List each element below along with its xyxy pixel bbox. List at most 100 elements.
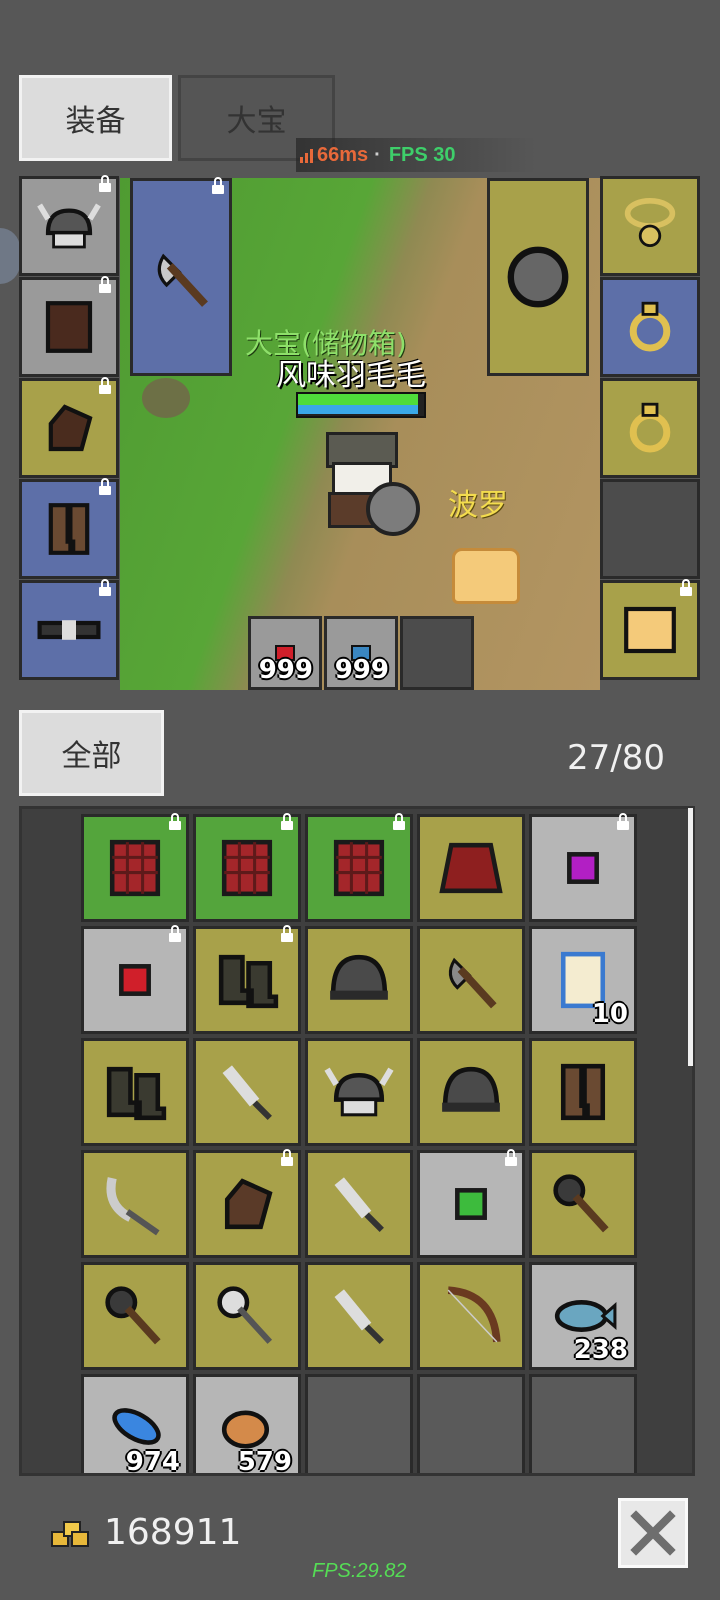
- red-armor-icon: [109, 839, 161, 897]
- lock-icon: [99, 478, 111, 495]
- fps-footer: FPS:29.82: [312, 1560, 407, 1582]
- item-count: 579: [237, 1447, 292, 1476]
- lock-icon: [169, 925, 181, 942]
- inventory-slot-27[interactable]: [305, 1374, 413, 1473]
- inventory-slot-9[interactable]: 10: [529, 926, 637, 1034]
- red-robe-icon: [439, 842, 503, 894]
- green-gem-icon: [455, 1188, 487, 1220]
- inventory-slot-22[interactable]: [305, 1262, 413, 1370]
- inventory-slot-21[interactable]: [193, 1262, 301, 1370]
- inventory-slot-23[interactable]: [417, 1262, 525, 1370]
- horned-helmet-icon: [324, 1067, 394, 1117]
- gold-amount: 168911: [104, 1512, 242, 1553]
- inventory-slot-3[interactable]: [417, 814, 525, 922]
- lock-icon: [99, 276, 111, 293]
- inventory-slot-26[interactable]: 579: [193, 1374, 301, 1476]
- hp-bar: [298, 394, 418, 405]
- red-armor-icon: [221, 839, 273, 897]
- lock-icon: [617, 813, 629, 830]
- inventory-slot-11[interactable]: [193, 1038, 301, 1146]
- inventory-slot-19[interactable]: [529, 1150, 637, 1258]
- side-handle-icon[interactable]: [0, 228, 20, 284]
- filter-label: 全部: [61, 739, 122, 774]
- inventory-slot-12[interactable]: [305, 1038, 413, 1146]
- inventory-slot-13[interactable]: [417, 1038, 525, 1146]
- player-character[interactable]: [318, 432, 420, 536]
- lock-icon: [212, 177, 224, 194]
- ring-icon: [629, 301, 671, 352]
- inventory-slot-18[interactable]: [417, 1149, 525, 1258]
- item-count: 238: [573, 1335, 628, 1365]
- equip-right-slot-4[interactable]: [600, 579, 700, 680]
- signal-icon: [300, 147, 313, 163]
- inventory-slot-7[interactable]: [305, 926, 413, 1034]
- equip-right-slot-3[interactable]: [600, 479, 700, 579]
- round-shield-icon: [507, 246, 569, 308]
- mp-bar: [298, 405, 418, 414]
- inventory-slot-16[interactable]: [193, 1149, 301, 1258]
- inventory-grid[interactable]: 10 238 974 579: [19, 806, 695, 1476]
- item-count: 974: [125, 1447, 180, 1476]
- inventory-slot-5[interactable]: [81, 925, 189, 1034]
- inventory-scrollbar[interactable]: [688, 808, 693, 1066]
- equip-right-slot-2[interactable]: [600, 378, 700, 478]
- quickbar-slot-1[interactable]: 999: [324, 616, 398, 690]
- tab-equipment[interactable]: 装备: [19, 75, 172, 161]
- necklace-icon: [624, 198, 676, 247]
- quickbar-slot-2[interactable]: [400, 616, 474, 690]
- dagger-icon: [222, 1065, 272, 1120]
- empty-slot-icon: [412, 628, 462, 678]
- equip-right-slot-1[interactable]: [600, 277, 700, 377]
- pet-portrait-icon: [624, 606, 676, 654]
- empty-slot-icon: [615, 494, 685, 564]
- shield-slot-0[interactable]: [487, 178, 589, 376]
- lock-icon: [99, 579, 111, 596]
- inventory-slot-15[interactable]: [81, 1150, 189, 1258]
- dark-boots-icon: [106, 1066, 167, 1121]
- lock-icon: [393, 813, 405, 830]
- inventory-slot-1[interactable]: [193, 813, 301, 922]
- weapon-slot-0[interactable]: [130, 177, 232, 376]
- iron-helmet-icon: [442, 1066, 500, 1112]
- horned-helmet-icon: [37, 203, 101, 249]
- pet-character[interactable]: [452, 548, 520, 604]
- quickbar-slot-0[interactable]: 999: [248, 616, 322, 690]
- mace-icon: [105, 1286, 161, 1345]
- player-shield: [366, 482, 420, 536]
- bow-icon: [447, 1286, 501, 1343]
- equip-left-slot-1[interactable]: [19, 276, 119, 377]
- inventory-slot-20[interactable]: [81, 1262, 189, 1370]
- close-button[interactable]: [618, 1498, 688, 1568]
- net-separator: ·: [374, 143, 381, 166]
- player-name: 风味羽毛毛: [276, 358, 426, 393]
- glove-icon: [48, 404, 93, 452]
- equip-right-slot-0[interactable]: [600, 176, 700, 276]
- inventory-slot-17[interactable]: [305, 1150, 413, 1258]
- inventory-slot-25[interactable]: 974: [81, 1374, 189, 1476]
- inventory-slot-14[interactable]: [529, 1038, 637, 1146]
- item-count: 10: [591, 999, 628, 1029]
- iron-helmet-icon: [330, 954, 388, 1000]
- axe-icon: [157, 253, 208, 307]
- lock-icon: [281, 1149, 293, 1166]
- inventory-slot-28[interactable]: [417, 1374, 525, 1473]
- empty-slot-icon: [433, 1390, 509, 1466]
- inventory-slot-2[interactable]: [305, 813, 413, 922]
- equip-left-slot-3[interactable]: [19, 478, 119, 579]
- fps-text: FPS 30: [388, 143, 456, 166]
- filter-all-button[interactable]: 全部: [19, 710, 164, 796]
- inventory-slot-6[interactable]: [193, 925, 301, 1034]
- inventory-slot-24[interactable]: 238: [529, 1262, 637, 1370]
- item-count: 999: [334, 655, 389, 685]
- lock-icon: [99, 377, 111, 394]
- inventory-slot-4[interactable]: [529, 813, 637, 922]
- gold-coins-icon: [51, 1521, 89, 1547]
- inventory-slot-10[interactable]: [81, 1038, 189, 1146]
- equip-left-slot-0[interactable]: [19, 175, 119, 276]
- equip-left-slot-2[interactable]: [19, 377, 119, 478]
- equip-left-slot-4[interactable]: [19, 579, 119, 680]
- belt-icon: [37, 620, 101, 640]
- inventory-slot-8[interactable]: [417, 926, 525, 1034]
- inventory-slot-0[interactable]: [81, 813, 189, 922]
- inventory-slot-29[interactable]: [529, 1374, 637, 1473]
